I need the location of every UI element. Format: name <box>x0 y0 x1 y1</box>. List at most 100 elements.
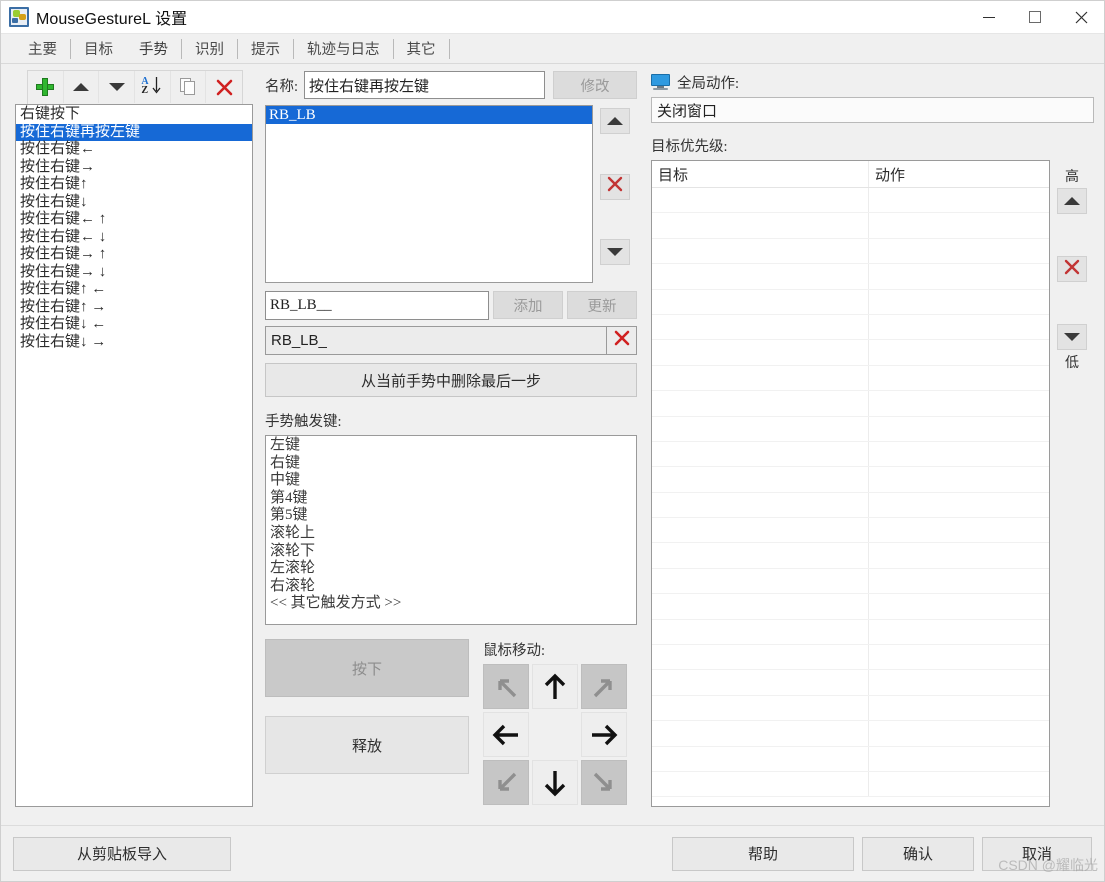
list-item[interactable]: 按住右键↑ <box>16 176 252 194</box>
tab-recognition[interactable]: 识别 <box>182 34 237 63</box>
press-button[interactable]: 按下 <box>265 639 469 697</box>
table-row[interactable] <box>652 746 1049 772</box>
table-row[interactable] <box>652 568 1049 595</box>
list-item[interactable]: 按住右键↑ → <box>16 299 252 317</box>
mouse-move-section: 鼠标移动: <box>483 639 627 805</box>
global-action-value[interactable]: 关闭窗口 <box>651 97 1094 123</box>
steps-list[interactable]: RB_LB <box>265 105 593 283</box>
priority-move-up-button[interactable] <box>1057 188 1087 214</box>
trigger-key-list[interactable]: 左键 右键 中键 第4键 第5键 滚轮上 滚轮下 左滚轮 右滚轮 << 其它触发… <box>265 435 637 625</box>
table-row[interactable] <box>652 441 1049 468</box>
table-row[interactable] <box>652 213 1049 239</box>
table-row[interactable] <box>652 416 1049 442</box>
table-row[interactable] <box>652 289 1049 315</box>
add-gesture-button[interactable] <box>28 71 64 103</box>
direction-left-button[interactable] <box>483 712 529 757</box>
list-item[interactable]: 按住右键→ ↑ <box>16 246 252 264</box>
table-row[interactable] <box>652 467 1049 493</box>
table-row[interactable] <box>652 619 1049 646</box>
gesture-list[interactable]: 右键按下 按住右键再按左键 按住右键← 按住右键→ 按住右键↑ 按住右键↓ 按住… <box>15 104 253 807</box>
table-row[interactable] <box>652 314 1049 341</box>
update-step-button[interactable]: 更新 <box>567 291 637 319</box>
move-gesture-down-button[interactable] <box>99 71 136 103</box>
list-item[interactable]: 左滚轮 <box>266 560 636 578</box>
list-item[interactable]: 按住右键↓ → <box>16 334 252 352</box>
table-row[interactable] <box>652 645 1049 671</box>
add-icon <box>36 78 55 96</box>
table-row[interactable] <box>652 695 1049 722</box>
table-row[interactable] <box>652 238 1049 265</box>
tab-main[interactable]: 主要 <box>15 34 70 63</box>
table-row[interactable] <box>652 391 1049 417</box>
tab-trail-log[interactable]: 轨迹与日志 <box>294 34 393 63</box>
list-item[interactable]: RB_LB <box>266 106 592 124</box>
list-item[interactable]: 按住右键→ ↓ <box>16 264 252 282</box>
modify-button[interactable]: 修改 <box>553 71 637 99</box>
close-button[interactable] <box>1058 1 1104 33</box>
list-item[interactable]: 左键 <box>266 437 636 455</box>
table-row[interactable] <box>652 543 1049 569</box>
sequence-value[interactable]: RB_LB_ <box>265 326 607 355</box>
sort-gestures-button[interactable]: AZ <box>135 71 171 103</box>
priority-move-down-button[interactable] <box>1057 324 1087 350</box>
help-button[interactable]: 帮助 <box>672 836 854 871</box>
list-item[interactable]: 按住右键↓ ← <box>16 316 252 334</box>
step-input[interactable] <box>265 291 489 320</box>
priority-delete-button[interactable] <box>1057 256 1087 282</box>
tab-target[interactable]: 目标 <box>71 34 126 63</box>
table-row[interactable] <box>652 721 1049 747</box>
import-from-clipboard-button[interactable]: 从剪贴板导入 <box>13 836 231 871</box>
table-row[interactable] <box>652 340 1049 366</box>
tab-other[interactable]: 其它 <box>394 34 449 63</box>
list-item[interactable]: 中键 <box>266 472 636 490</box>
clear-sequence-button[interactable] <box>607 326 637 355</box>
add-step-button[interactable]: 添加 <box>493 291 563 319</box>
table-row[interactable] <box>652 518 1049 544</box>
table-row[interactable] <box>652 594 1049 620</box>
direction-up-left-button[interactable] <box>483 664 529 709</box>
direction-up-right-button[interactable] <box>581 664 627 709</box>
list-item[interactable]: 按住右键→ <box>16 159 252 177</box>
direction-down-left-button[interactable] <box>483 760 529 805</box>
move-gesture-up-button[interactable] <box>64 71 100 103</box>
table-row[interactable] <box>652 492 1049 519</box>
list-item[interactable]: 按住右键再按左键 <box>16 123 252 141</box>
list-item[interactable]: 按住右键← ↑ <box>16 211 252 229</box>
list-item[interactable]: 滚轮下 <box>266 543 636 561</box>
list-item[interactable]: << 其它触发方式 >> <box>266 595 636 613</box>
ok-button[interactable]: 确认 <box>862 836 974 871</box>
table-row[interactable] <box>652 264 1049 290</box>
release-button[interactable]: 释放 <box>265 716 469 774</box>
tab-gesture[interactable]: 手势 <box>126 34 181 63</box>
direction-right-button[interactable] <box>581 712 627 757</box>
step-delete-button[interactable] <box>600 173 630 200</box>
list-item[interactable]: 按住右键← <box>16 141 252 159</box>
list-item[interactable]: 滚轮上 <box>266 525 636 543</box>
duplicate-gesture-button[interactable] <box>171 71 207 103</box>
list-item[interactable]: 第4键 <box>266 490 636 508</box>
remove-last-step-button[interactable]: 从当前手势中删除最后一步 <box>265 363 637 397</box>
priority-table[interactable]: 目标 动作 <box>651 160 1050 807</box>
delete-gesture-button[interactable] <box>206 71 242 103</box>
step-move-up-button[interactable] <box>600 108 630 134</box>
step-move-down-button[interactable] <box>600 239 630 265</box>
maximize-button[interactable] <box>1012 1 1058 33</box>
minimize-button[interactable] <box>966 1 1012 33</box>
list-item[interactable]: 按住右键← ↓ <box>16 229 252 247</box>
name-input[interactable] <box>304 71 545 99</box>
direction-down-right-button[interactable] <box>581 760 627 805</box>
table-row[interactable] <box>652 188 1049 214</box>
list-item[interactable]: 第5键 <box>266 507 636 525</box>
table-row[interactable] <box>652 670 1049 696</box>
list-item[interactable]: 右键按下 <box>16 106 252 124</box>
table-row[interactable] <box>652 365 1049 392</box>
cancel-button[interactable]: 取消 <box>982 836 1092 871</box>
list-item[interactable]: 右键 <box>266 455 636 473</box>
direction-down-button[interactable] <box>532 760 578 805</box>
tab-hint[interactable]: 提示 <box>238 34 293 63</box>
direction-up-button[interactable] <box>532 664 578 709</box>
table-row[interactable] <box>652 771 1049 798</box>
list-item[interactable]: 右滚轮 <box>266 578 636 596</box>
list-item[interactable]: 按住右键↓ <box>16 194 252 212</box>
list-item[interactable]: 按住右键↑ ← <box>16 281 252 299</box>
